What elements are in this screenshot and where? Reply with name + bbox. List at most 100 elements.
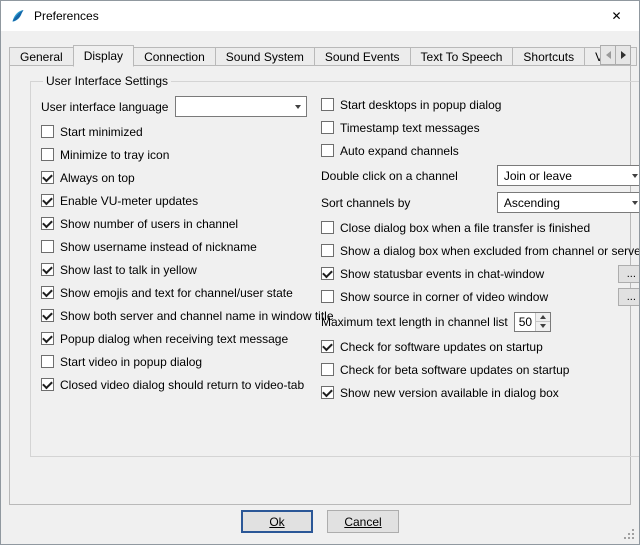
checkbox-box (41, 332, 54, 345)
language-label: User interface language (41, 100, 168, 114)
sort-channels-label: Sort channels by (321, 196, 410, 210)
chevron-down-icon (627, 166, 640, 185)
left-column: User interface language Start minimized … (41, 96, 307, 401)
checkbox-close-on-transfer-finished[interactable]: Close dialog box when a file transfer is… (321, 219, 640, 236)
spin-up-button[interactable] (536, 313, 550, 323)
display-tab-pane: User Interface Settings User interface l… (9, 65, 631, 505)
checkbox-show-user-count[interactable]: Show number of users in channel (41, 215, 307, 232)
user-interface-settings-group: User Interface Settings User interface l… (30, 74, 640, 457)
checkbox-video-source-corner[interactable]: Show source in corner of video window (321, 288, 548, 305)
checkbox-beta-updates[interactable]: Check for beta software updates on start… (321, 361, 640, 378)
checkbox-desktops-popup[interactable]: Start desktops in popup dialog (321, 96, 640, 113)
checkbox-box (41, 263, 54, 276)
combo-value: Ascending (498, 196, 627, 210)
checkbox-box (41, 217, 54, 230)
checkbox-popup-text-message[interactable]: Popup dialog when receiving text message (41, 330, 307, 347)
tab-sound-events[interactable]: Sound Events (314, 47, 411, 66)
preferences-window: Preferences ✕ General Display Connection… (0, 0, 640, 545)
checkbox-label: Check for beta software updates on start… (340, 363, 569, 377)
checkbox-new-version-dialog[interactable]: Show new version available in dialog box (321, 384, 640, 401)
checkbox-box (321, 221, 334, 234)
ok-button-label: Ok (269, 515, 284, 529)
group-title: User Interface Settings (43, 74, 171, 88)
tab-scroll-right-button[interactable] (615, 45, 631, 65)
resize-grip[interactable] (624, 529, 636, 541)
double-click-row: Double click on a channel Join or leave (321, 165, 640, 186)
checkbox-label: Show statusbar events in chat-window (340, 267, 544, 281)
checkbox-box (321, 98, 334, 111)
checkbox-label: Start desktops in popup dialog (340, 98, 501, 112)
titlebar: Preferences ✕ (1, 1, 639, 31)
checkbox-label: Close dialog box when a file transfer is… (340, 221, 590, 235)
checkbox-show-username[interactable]: Show username instead of nickname (41, 238, 307, 255)
max-text-length-label: Maximum text length in channel list (321, 315, 508, 329)
tab-sound-system[interactable]: Sound System (215, 47, 315, 66)
video-source-more-button[interactable]: ... (618, 288, 640, 306)
checkbox-label: Show number of users in channel (60, 217, 238, 231)
sort-channels-select[interactable]: Ascending (497, 192, 640, 213)
checkbox-label: Minimize to tray icon (60, 148, 169, 162)
checkbox-label: Show username instead of nickname (60, 240, 257, 254)
checkbox-statusbar-events[interactable]: Show statusbar events in chat-window (321, 265, 544, 282)
checkbox-box (321, 386, 334, 399)
video-source-row: Show source in corner of video window ..… (321, 288, 640, 305)
language-row: User interface language (41, 96, 307, 117)
checkbox-label: Start video in popup dialog (60, 355, 202, 369)
checkbox-minimize-to-tray[interactable]: Minimize to tray icon (41, 146, 307, 163)
checkbox-label: Always on top (60, 171, 135, 185)
statusbar-events-row: Show statusbar events in chat-window ... (321, 265, 640, 282)
checkbox-always-on-top[interactable]: Always on top (41, 169, 307, 186)
checkbox-label: Show source in corner of video window (340, 290, 548, 304)
checkbox-label: Show last to talk in yellow (60, 263, 197, 277)
checkbox-label: Check for software updates on startup (340, 340, 543, 354)
checkbox-box (321, 121, 334, 134)
max-text-length-spinner[interactable]: 50 (514, 312, 551, 332)
checkbox-timestamp-messages[interactable]: Timestamp text messages (321, 119, 640, 136)
tab-general[interactable]: General (9, 47, 74, 66)
checkbox-video-popup[interactable]: Start video in popup dialog (41, 353, 307, 370)
checkbox-show-emojis[interactable]: Show emojis and text for channel/user st… (41, 284, 307, 301)
checkbox-start-minimized[interactable]: Start minimized (41, 123, 307, 140)
cancel-button[interactable]: Cancel (327, 510, 399, 533)
tab-connection[interactable]: Connection (133, 47, 216, 66)
tab-scroll-buttons (601, 45, 631, 65)
spinner-value: 50 (515, 313, 535, 331)
checkbox-label: Closed video dialog should return to vid… (60, 378, 304, 392)
close-button[interactable]: ✕ (594, 1, 639, 31)
double-click-select[interactable]: Join or leave (497, 165, 640, 186)
chevron-down-icon (627, 193, 640, 212)
tab-display[interactable]: Display (73, 45, 134, 67)
right-column: Start desktops in popup dialog Timestamp… (321, 96, 640, 401)
tab-text-to-speech[interactable]: Text To Speech (410, 47, 514, 66)
checkbox-box (41, 148, 54, 161)
dialog-footer: Ok Cancel (1, 510, 639, 533)
cancel-button-label: Cancel (344, 515, 381, 529)
checkbox-label: Show both server and channel name in win… (60, 309, 334, 323)
checkbox-server-channel-in-title[interactable]: Show both server and channel name in win… (41, 307, 307, 324)
checkbox-software-updates[interactable]: Check for software updates on startup (321, 338, 640, 355)
statusbar-events-more-button[interactable]: ... (618, 265, 640, 283)
checkbox-last-to-talk-yellow[interactable]: Show last to talk in yellow (41, 261, 307, 278)
chevron-down-icon (289, 97, 306, 116)
checkbox-box (41, 125, 54, 138)
language-select[interactable] (175, 96, 307, 117)
spin-down-button[interactable] (536, 322, 550, 331)
checkbox-label: Auto expand channels (340, 144, 459, 158)
checkbox-box (41, 309, 54, 322)
checkbox-dialog-on-excluded[interactable]: Show a dialog box when excluded from cha… (321, 242, 640, 259)
checkbox-label: Timestamp text messages (340, 121, 480, 135)
checkbox-box (321, 290, 334, 303)
tab-shortcuts[interactable]: Shortcuts (512, 47, 585, 66)
checkbox-box (321, 267, 334, 280)
tab-scroll-left-button[interactable] (600, 45, 616, 65)
chevron-left-icon (606, 51, 611, 59)
checkbox-box (321, 144, 334, 157)
checkbox-auto-expand-channels[interactable]: Auto expand channels (321, 142, 640, 159)
checkbox-box (41, 286, 54, 299)
chevron-right-icon (621, 51, 626, 59)
checkbox-box (321, 363, 334, 376)
checkbox-video-return-tab[interactable]: Closed video dialog should return to vid… (41, 376, 307, 393)
ok-button[interactable]: Ok (241, 510, 313, 533)
checkbox-label: Show a dialog box when excluded from cha… (340, 244, 640, 258)
checkbox-vu-meter-updates[interactable]: Enable VU-meter updates (41, 192, 307, 209)
